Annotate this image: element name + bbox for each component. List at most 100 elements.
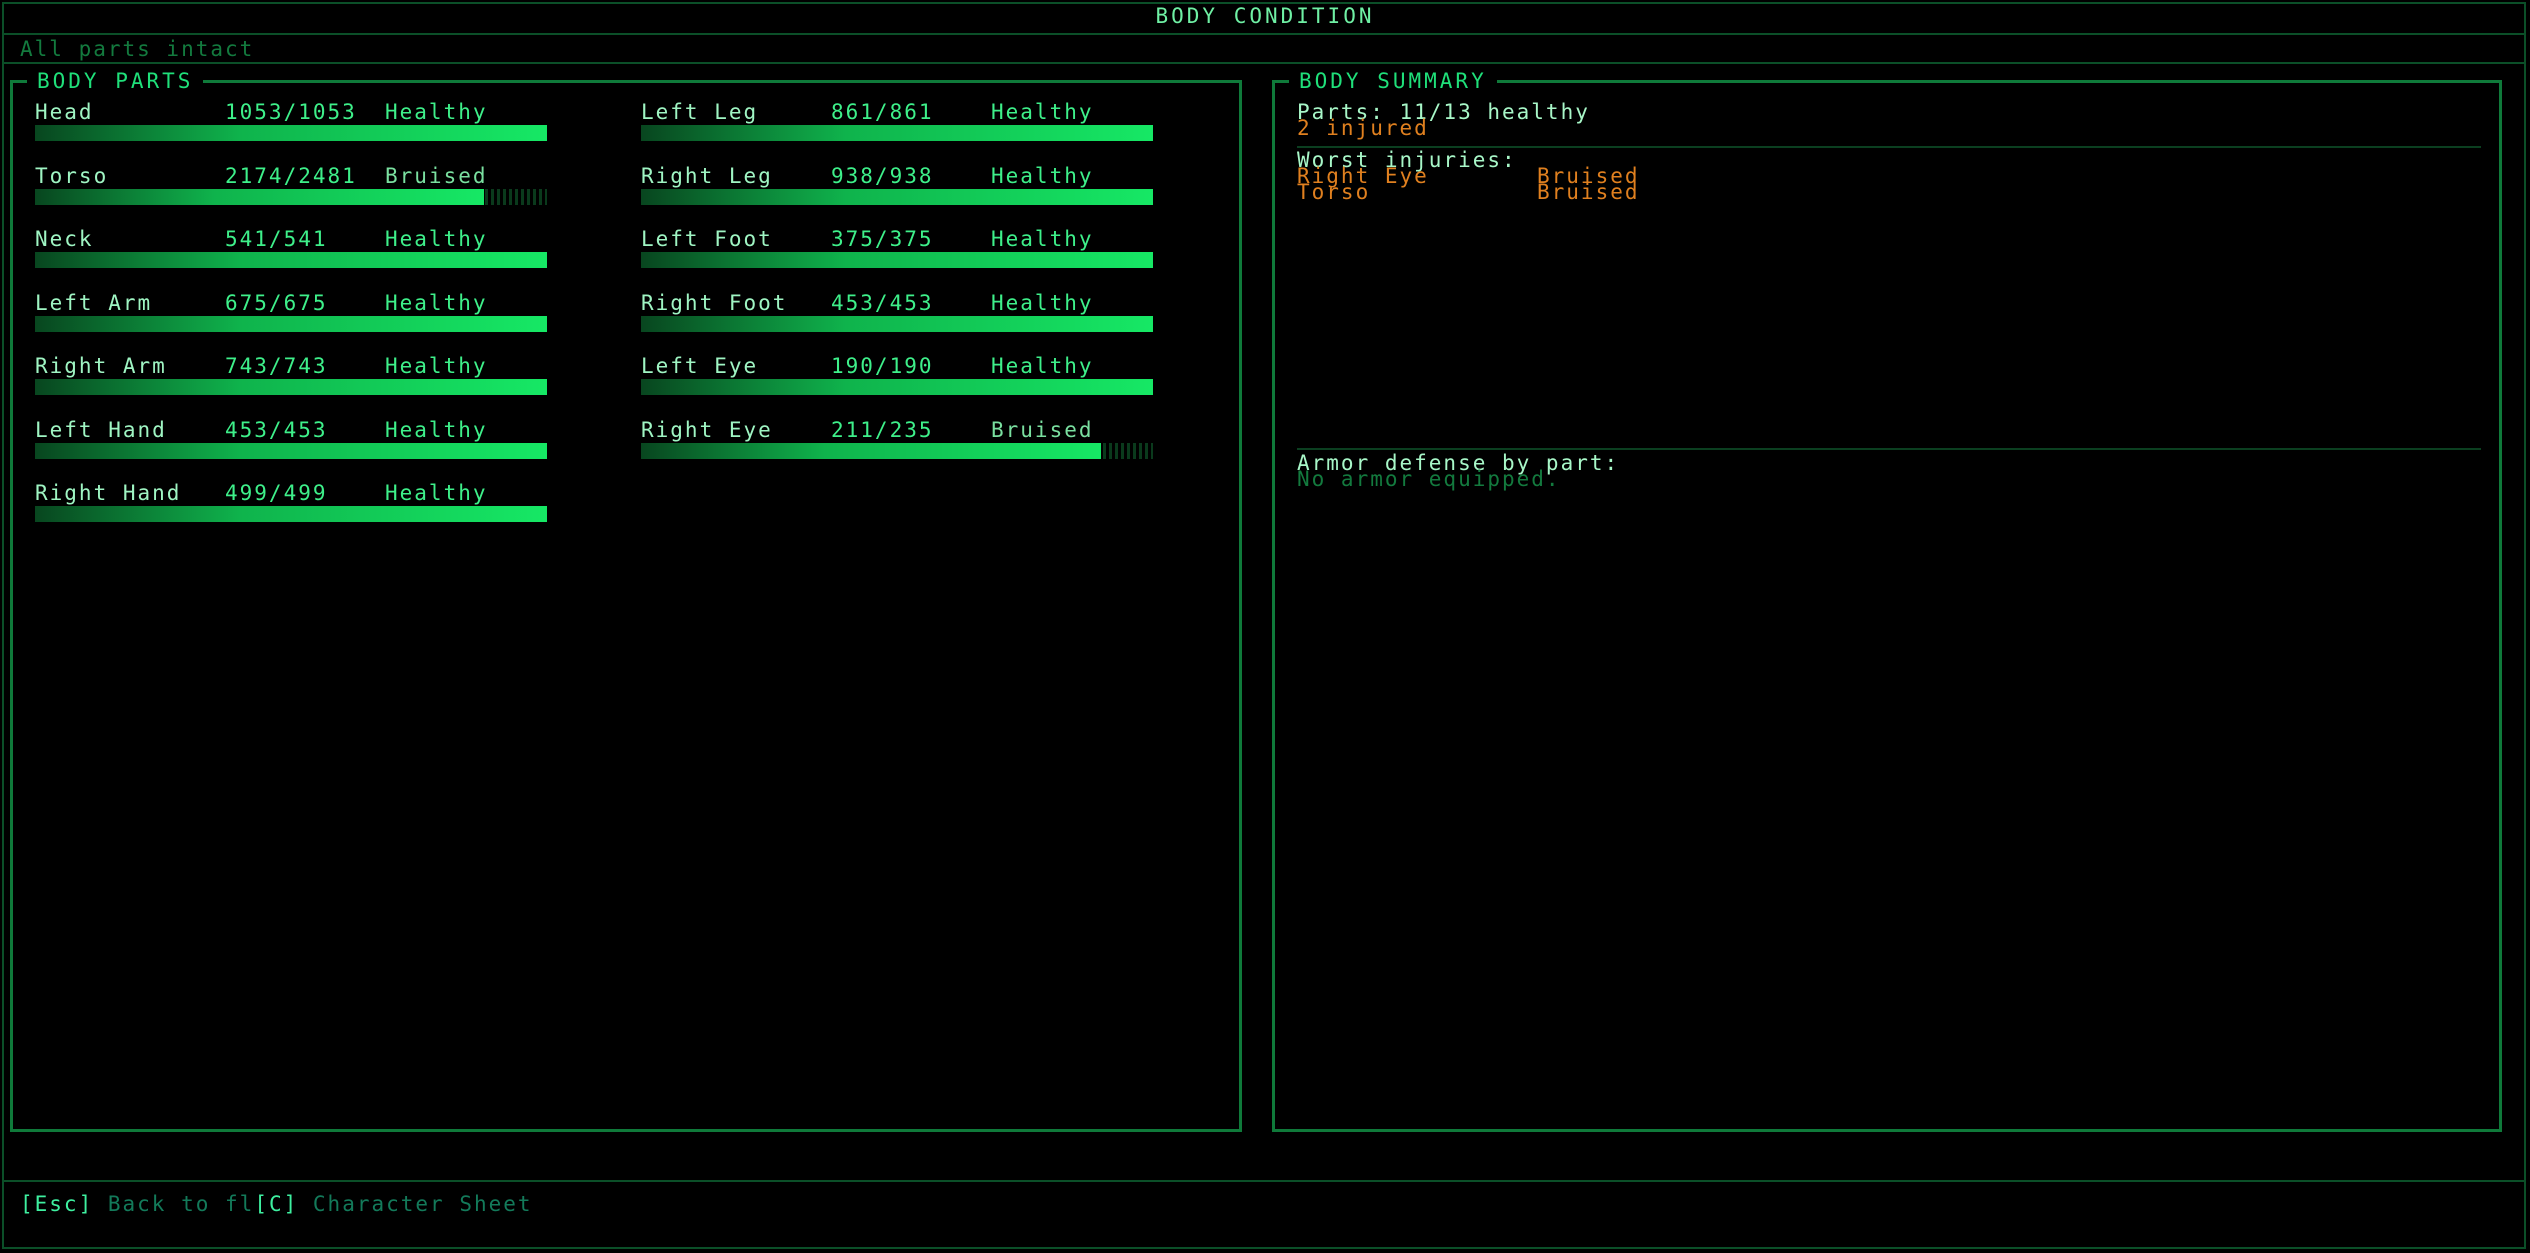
part-hp: 2174/2481 — [225, 163, 357, 188]
hp-bar — [641, 252, 1153, 268]
part-info-row: Left Leg 861/861 Healthy — [641, 99, 1153, 125]
body-part-head: Head 1053/1053 Healthy — [35, 99, 547, 159]
part-hp: 938/938 — [831, 163, 934, 188]
injured-count: 2 injured — [1297, 116, 1429, 140]
hp-bar — [35, 188, 547, 205]
c-key-hint[interactable]: [C] — [254, 1192, 298, 1216]
part-status: Healthy — [385, 354, 488, 378]
hp-bar-fill — [35, 125, 547, 141]
body-part-right-arm: Right Arm 743/743 Healthy — [35, 353, 547, 413]
hp-bar — [35, 315, 547, 332]
hp-bar-fill — [35, 506, 547, 522]
injury-row: Torso Bruised — [1297, 180, 1640, 204]
part-status: Healthy — [991, 100, 1094, 124]
part-hp: 190/190 — [831, 354, 934, 378]
key-hints: [Esc] Back to fl[C] Character Sheet — [20, 1180, 533, 1228]
part-info-row: Left Arm 675/675 Healthy — [35, 290, 547, 316]
part-info-row: Neck 541/541 Healthy — [35, 226, 547, 252]
part-status: Healthy — [385, 481, 488, 505]
body-part-left-hand: Left Hand 453/453 Healthy — [35, 417, 547, 477]
hp-bar-fill — [35, 315, 547, 332]
part-name: Right Eye — [641, 417, 773, 442]
screen-title: BODY CONDITION — [1155, 4, 1375, 28]
armor-defense-value: No armor equipped. — [1297, 467, 1561, 491]
part-status: Healthy — [385, 100, 488, 124]
part-name: Right Leg — [641, 163, 773, 188]
hp-bar-fill — [35, 442, 547, 459]
part-hp: 1053/1053 — [225, 100, 357, 124]
part-name: Left Foot — [641, 227, 773, 251]
hp-bar-fill — [641, 188, 1153, 205]
part-info-row: Right Arm 743/743 Healthy — [35, 353, 547, 379]
part-info-row: Left Foot 375/375 Healthy — [641, 226, 1153, 252]
hp-bar — [35, 252, 547, 268]
part-info-row: Right Eye 211/235 Bruised — [641, 417, 1153, 443]
body-part-right-leg: Right Leg 938/938 Healthy — [641, 163, 1153, 223]
body-parts-panel: BODY PARTS Head 1053/1053 Healthy Torso 2174… — [10, 67, 1242, 1132]
body-part-right-hand: Right Hand 499/499 Healthy — [35, 480, 547, 540]
divider — [4, 62, 2526, 64]
part-name: Head — [35, 100, 94, 124]
part-info-row: Right Foot 453/453 Healthy — [641, 290, 1153, 316]
part-hp: 861/861 — [831, 100, 934, 124]
part-status: Bruised — [385, 163, 488, 188]
part-name: Neck — [35, 227, 94, 251]
part-hp: 453/453 — [831, 290, 934, 315]
body-part-left-foot: Left Foot 375/375 Healthy — [641, 226, 1153, 286]
divider — [1297, 448, 2481, 450]
part-hp: 499/499 — [225, 481, 328, 505]
hp-bar-fill — [641, 315, 1153, 332]
status-message: All parts intact — [20, 37, 255, 61]
part-name: Left Leg — [641, 100, 759, 124]
hp-bar — [641, 442, 1153, 459]
hp-bar-fill — [641, 252, 1153, 268]
body-part-right-eye: Right Eye 211/235 Bruised — [641, 417, 1153, 477]
part-name: Left Arm — [35, 290, 153, 315]
part-info-row: Torso 2174/2481 Bruised — [35, 163, 547, 189]
part-info-row: Head 1053/1053 Healthy — [35, 99, 547, 125]
injury-status: Bruised — [1537, 180, 1640, 204]
part-status: Healthy — [385, 290, 488, 315]
part-name: Torso — [35, 163, 109, 188]
hp-bar — [35, 379, 547, 395]
part-status: Healthy — [991, 227, 1094, 251]
hp-bar — [35, 506, 547, 522]
hp-bar-fill — [641, 442, 1101, 459]
hp-bar-fill — [35, 379, 547, 395]
hp-bar — [35, 442, 547, 459]
esc-key-hint[interactable]: [Esc] — [20, 1192, 93, 1216]
part-hp: 453/453 — [225, 417, 328, 442]
part-name: Right Foot — [641, 290, 788, 315]
hp-bar — [641, 379, 1153, 395]
hp-bar — [641, 125, 1153, 141]
part-hp: 675/675 — [225, 290, 328, 315]
hp-bar-fill — [641, 125, 1153, 141]
character-sheet-label[interactable]: Character Sheet — [313, 1192, 533, 1216]
hp-bar-fill — [35, 188, 484, 205]
hp-bar-fill — [35, 252, 547, 268]
body-part-right-foot: Right Foot 453/453 Healthy — [641, 290, 1153, 350]
part-hp: 743/743 — [225, 354, 328, 378]
hp-bar — [641, 315, 1153, 332]
part-hp: 541/541 — [225, 227, 328, 251]
body-part-neck: Neck 541/541 Healthy — [35, 226, 547, 286]
injury-part: Torso — [1297, 180, 1371, 204]
part-status: Bruised — [991, 417, 1094, 442]
part-name: Left Eye — [641, 354, 759, 378]
part-hp: 211/235 — [831, 417, 934, 442]
part-status: Healthy — [385, 417, 488, 442]
part-info-row: Left Hand 453/453 Healthy — [35, 417, 547, 443]
divider — [4, 33, 2526, 35]
part-info-row: Left Eye 190/190 Healthy — [641, 353, 1153, 379]
panel-title: BODY SUMMARY — [1289, 67, 1497, 95]
part-status: Healthy — [991, 290, 1094, 315]
back-label[interactable]: Back to fl — [108, 1192, 254, 1216]
body-part-left-arm: Left Arm 675/675 Healthy — [35, 290, 547, 350]
body-part-left-eye: Left Eye 190/190 Healthy — [641, 353, 1153, 413]
part-name: Left Hand — [35, 417, 167, 442]
hp-bar — [35, 125, 547, 141]
body-part-left-leg: Left Leg 861/861 Healthy — [641, 99, 1153, 159]
part-info-row: Right Leg 938/938 Healthy — [641, 163, 1153, 189]
panel-title: BODY PARTS — [27, 67, 204, 95]
part-status: Healthy — [991, 163, 1094, 188]
